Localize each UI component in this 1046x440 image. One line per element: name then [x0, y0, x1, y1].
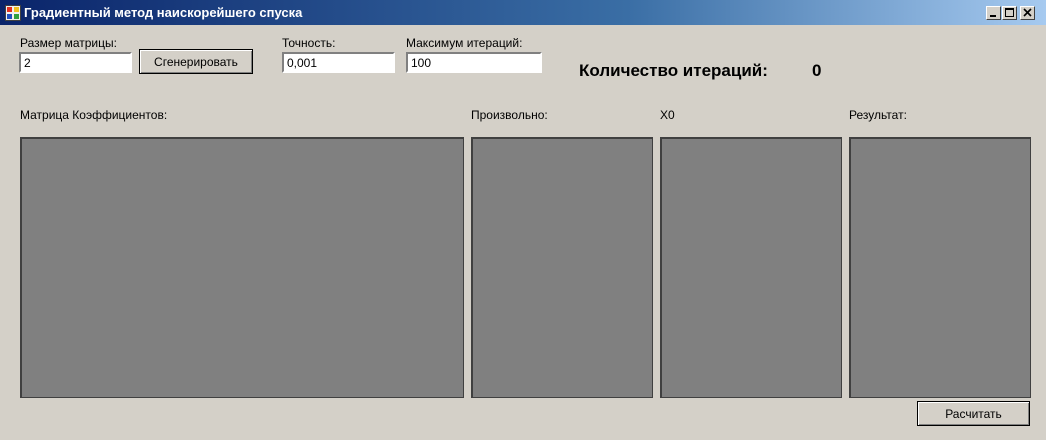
- result-label: Результат:: [849, 108, 907, 122]
- minimize-button[interactable]: [986, 6, 1001, 20]
- result-grid[interactable]: [849, 137, 1031, 398]
- arbitrary-grid[interactable]: [471, 137, 653, 398]
- close-button[interactable]: [1020, 6, 1035, 20]
- coefficients-matrix-grid[interactable]: [20, 137, 464, 398]
- app-window-icon: [5, 5, 21, 21]
- calculate-button[interactable]: Расчитать: [917, 401, 1030, 426]
- window-title: Градиентный метод наискорейшего спуска: [24, 5, 303, 20]
- x0-label: X0: [660, 108, 675, 122]
- iterations-count-label: Количество итераций:: [579, 61, 768, 80]
- max-iterations-input[interactable]: [406, 52, 542, 73]
- coefficients-label: Матрица Коэффициентов:: [20, 108, 168, 122]
- title-bar[interactable]: Градиентный метод наискорейшего спуска: [0, 0, 1046, 25]
- minimize-icon: [990, 15, 996, 17]
- close-icon: [1023, 8, 1032, 17]
- matrix-size-input[interactable]: [19, 52, 132, 73]
- max-iterations-label: Максимум итераций:: [406, 36, 523, 50]
- x0-grid[interactable]: [660, 137, 842, 398]
- generate-button[interactable]: Сгенерировать: [139, 49, 253, 74]
- maximize-button[interactable]: [1002, 6, 1017, 20]
- arbitrary-label: Произвольно:: [471, 108, 548, 122]
- matrix-size-label: Размер матрицы:: [20, 36, 117, 50]
- iterations-count-value: 0: [812, 61, 822, 80]
- precision-input[interactable]: [282, 52, 395, 73]
- maximize-icon: [1005, 8, 1014, 17]
- precision-label: Точность:: [282, 36, 336, 50]
